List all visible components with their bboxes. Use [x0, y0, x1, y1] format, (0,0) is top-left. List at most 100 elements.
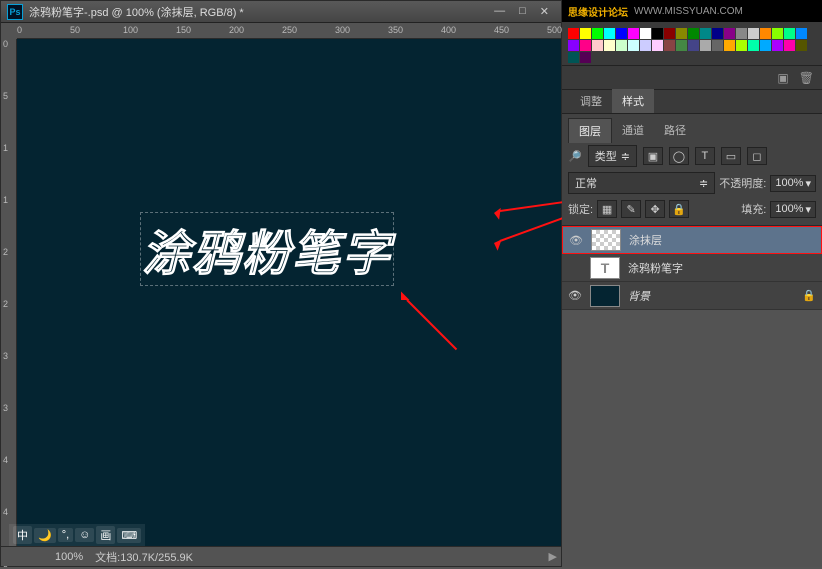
swatch[interactable]	[712, 28, 723, 39]
tb-item[interactable]: 🌙	[34, 528, 56, 543]
watermark-url: WWW.MISSYUAN.COM	[634, 6, 743, 17]
filter-type-icon[interactable]: T	[695, 147, 715, 165]
new-swatch-icon[interactable]: ▣	[777, 71, 788, 85]
swatch[interactable]	[568, 52, 579, 63]
swatch[interactable]	[796, 40, 807, 51]
tb-item[interactable]: 中	[13, 526, 32, 544]
tab-styles[interactable]: 样式	[612, 89, 654, 113]
swatch[interactable]	[652, 28, 663, 39]
tab-layers[interactable]: 图层	[568, 118, 612, 143]
layer-row[interactable]: 👁 涂抹层	[562, 226, 822, 254]
swatch[interactable]	[700, 28, 711, 39]
layer-thumb	[590, 285, 620, 307]
layer-row[interactable]: T涂鸦粉笔字	[562, 254, 822, 282]
swatch[interactable]	[592, 28, 603, 39]
ps-icon: Ps	[7, 4, 23, 20]
swatch[interactable]	[664, 28, 675, 39]
layer-row[interactable]: 👁 背景 🔒	[562, 282, 822, 310]
tb-item[interactable]: ⌨	[117, 528, 141, 543]
layers-list: 👁 涂抹层 T涂鸦粉笔字 👁 背景 🔒	[562, 226, 822, 310]
filter-adjust-icon[interactable]: ◯	[669, 147, 689, 165]
lock-paint-icon[interactable]: ✎	[621, 200, 641, 218]
lock-position-icon[interactable]: ✥	[645, 200, 665, 218]
swatch[interactable]	[784, 40, 795, 51]
tb-item[interactable]: °,	[58, 528, 73, 542]
visibility-icon[interactable]	[568, 261, 582, 275]
swatch[interactable]	[640, 28, 651, 39]
swatch[interactable]	[568, 28, 579, 39]
visibility-icon[interactable]: 👁	[568, 289, 582, 303]
ruler-vertical: 05112233445	[1, 39, 17, 546]
swatch[interactable]	[784, 28, 795, 39]
swatch[interactable]	[616, 40, 627, 51]
swatch[interactable]	[748, 28, 759, 39]
swatch[interactable]	[736, 40, 747, 51]
lock-transparency-icon[interactable]: ▦	[597, 200, 617, 218]
layer-name: 涂抹层	[629, 232, 662, 248]
swatch[interactable]	[688, 28, 699, 39]
swatch[interactable]	[688, 40, 699, 51]
swatch[interactable]	[748, 40, 759, 51]
layer-name: 背景	[628, 288, 650, 304]
selection-text: 涂鸦粉笔字	[142, 214, 392, 284]
swatch[interactable]	[628, 28, 639, 39]
swatch[interactable]	[664, 40, 675, 51]
swatch[interactable]	[676, 40, 687, 51]
close-button[interactable]: ✕	[540, 5, 549, 18]
lock-icon: 🔒	[802, 289, 816, 302]
swatch[interactable]	[628, 40, 639, 51]
swatch[interactable]	[772, 40, 783, 51]
swatch[interactable]	[580, 28, 591, 39]
lock-all-icon[interactable]: 🔒	[669, 200, 689, 218]
swatch[interactable]	[712, 40, 723, 51]
document-title: 涂鸦粉笔字-.psd @ 100% (涂抹层, RGB/8) *	[29, 4, 244, 20]
swatch[interactable]	[640, 40, 651, 51]
visibility-icon[interactable]: 👁	[569, 233, 583, 247]
filter-smart-icon[interactable]: ◻	[747, 147, 767, 165]
tb-item[interactable]: 画	[96, 526, 115, 544]
swatch[interactable]	[772, 28, 783, 39]
swatch[interactable]	[760, 28, 771, 39]
maximize-button[interactable]: □	[519, 5, 526, 18]
fill-label: 填充:	[741, 201, 766, 217]
swatch[interactable]	[736, 28, 747, 39]
arrow-head-icon	[487, 206, 501, 220]
ime-taskbar: 中 🌙 °, ☺ 画 ⌨	[9, 524, 145, 546]
swatch[interactable]	[700, 40, 711, 51]
filter-shape-icon[interactable]: ▭	[721, 147, 741, 165]
swatch[interactable]	[676, 28, 687, 39]
watermark-brand: 思缘设计论坛	[568, 4, 628, 19]
blend-mode-dropdown[interactable]: 正常≑	[568, 172, 715, 194]
swatch[interactable]	[580, 52, 591, 63]
zoom-level[interactable]: 100%	[55, 551, 83, 563]
swatch[interactable]	[724, 40, 735, 51]
arrow-head-icon	[393, 292, 410, 309]
swatch[interactable]	[616, 28, 627, 39]
fill-field[interactable]: 100%▾	[770, 201, 816, 218]
swatch[interactable]	[580, 40, 591, 51]
filter-pixel-icon[interactable]: ▣	[643, 147, 663, 165]
minimize-button[interactable]: —	[494, 5, 505, 18]
tab-paths[interactable]: 路径	[654, 118, 696, 143]
lock-label: 锁定:	[568, 201, 593, 217]
opacity-field[interactable]: 100%▾	[770, 175, 816, 192]
swatch[interactable]	[652, 40, 663, 51]
swatch[interactable]	[796, 28, 807, 39]
statusbar: 100% 文档:130.7K/255.9K ▶	[1, 546, 561, 566]
swatches-panel[interactable]	[562, 22, 822, 66]
delete-swatch-icon[interactable]: 🗑	[799, 71, 814, 85]
swatch[interactable]	[604, 28, 615, 39]
canvas[interactable]: 涂鸦粉笔字	[17, 39, 561, 546]
filter-type-dropdown[interactable]: 类型≑	[588, 145, 637, 167]
tb-item[interactable]: ☺	[75, 528, 94, 542]
swatch[interactable]	[760, 40, 771, 51]
swatch[interactable]	[568, 40, 579, 51]
swatch[interactable]	[604, 40, 615, 51]
swatch[interactable]	[724, 28, 735, 39]
swatches-footer: ▣ 🗑	[562, 66, 822, 90]
tab-adjust[interactable]: 调整	[570, 89, 612, 113]
document-window: Ps 涂鸦粉笔字-.psd @ 100% (涂抹层, RGB/8) * — □ …	[0, 0, 562, 567]
panel-column: 思缘设计论坛 WWW.MISSYUAN.COM ▣ 🗑 调整 样式 图层 通道 …	[562, 0, 822, 567]
swatch[interactable]	[592, 40, 603, 51]
tab-channels[interactable]: 通道	[612, 118, 654, 143]
